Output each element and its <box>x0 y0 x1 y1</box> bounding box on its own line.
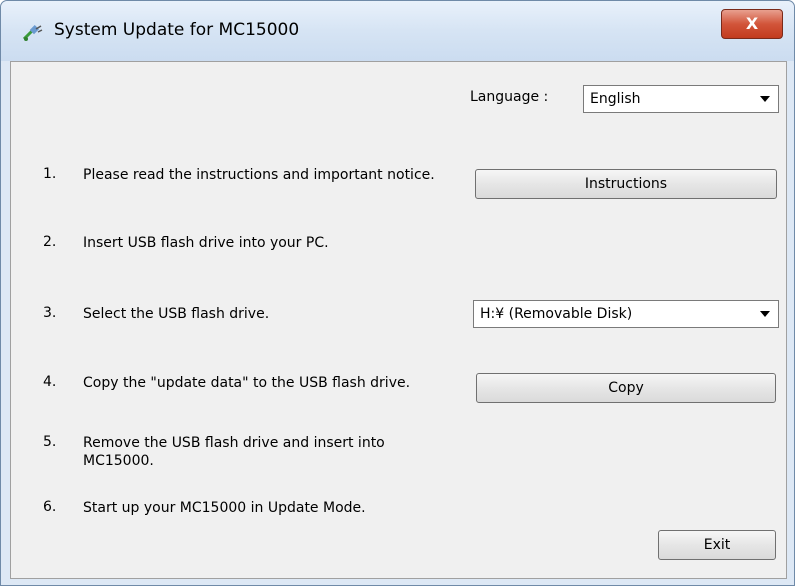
dialog-content: Language : English 1. Please read the in… <box>10 61 787 579</box>
chevron-down-icon <box>760 311 770 317</box>
step-text: Copy the "update data" to the USB flash … <box>83 375 411 391</box>
step-text: Insert USB flash drive into your PC. <box>83 235 329 251</box>
app-window: System Update for MC15000 X Language : E… <box>0 0 795 586</box>
step-number: 2. <box>43 234 57 250</box>
step-text: Select the USB flash drive. <box>83 306 270 322</box>
usb-plug-icon <box>23 25 43 41</box>
step-text: Start up your MC15000 in Update Mode. <box>83 500 366 516</box>
instructions-button[interactable]: Instructions <box>475 169 777 199</box>
step-number: 6. <box>43 499 57 515</box>
window-title: System Update for MC15000 <box>54 20 300 40</box>
close-button[interactable]: X <box>721 9 783 39</box>
chevron-down-icon <box>760 96 770 102</box>
step-number: 1. <box>43 166 57 182</box>
usb-drive-dropdown[interactable]: H:¥ (Removable Disk) <box>473 300 779 328</box>
close-icon: X <box>745 14 759 33</box>
step-number: 5. <box>43 434 57 450</box>
step-number: 3. <box>43 305 57 321</box>
usb-drive-selected-value: H:¥ (Removable Disk) <box>480 306 633 322</box>
step-text: Please read the instructions and importa… <box>83 167 435 183</box>
title-bar[interactable]: System Update for MC15000 X <box>1 1 794 61</box>
exit-button[interactable]: Exit <box>658 530 776 560</box>
language-dropdown[interactable]: English <box>583 85 779 113</box>
language-selected-value: English <box>590 91 641 107</box>
language-label: Language : <box>470 89 549 105</box>
step-text: Remove the USB flash drive and insert in… <box>83 435 385 469</box>
step-number: 4. <box>43 374 57 390</box>
copy-button[interactable]: Copy <box>476 373 776 403</box>
